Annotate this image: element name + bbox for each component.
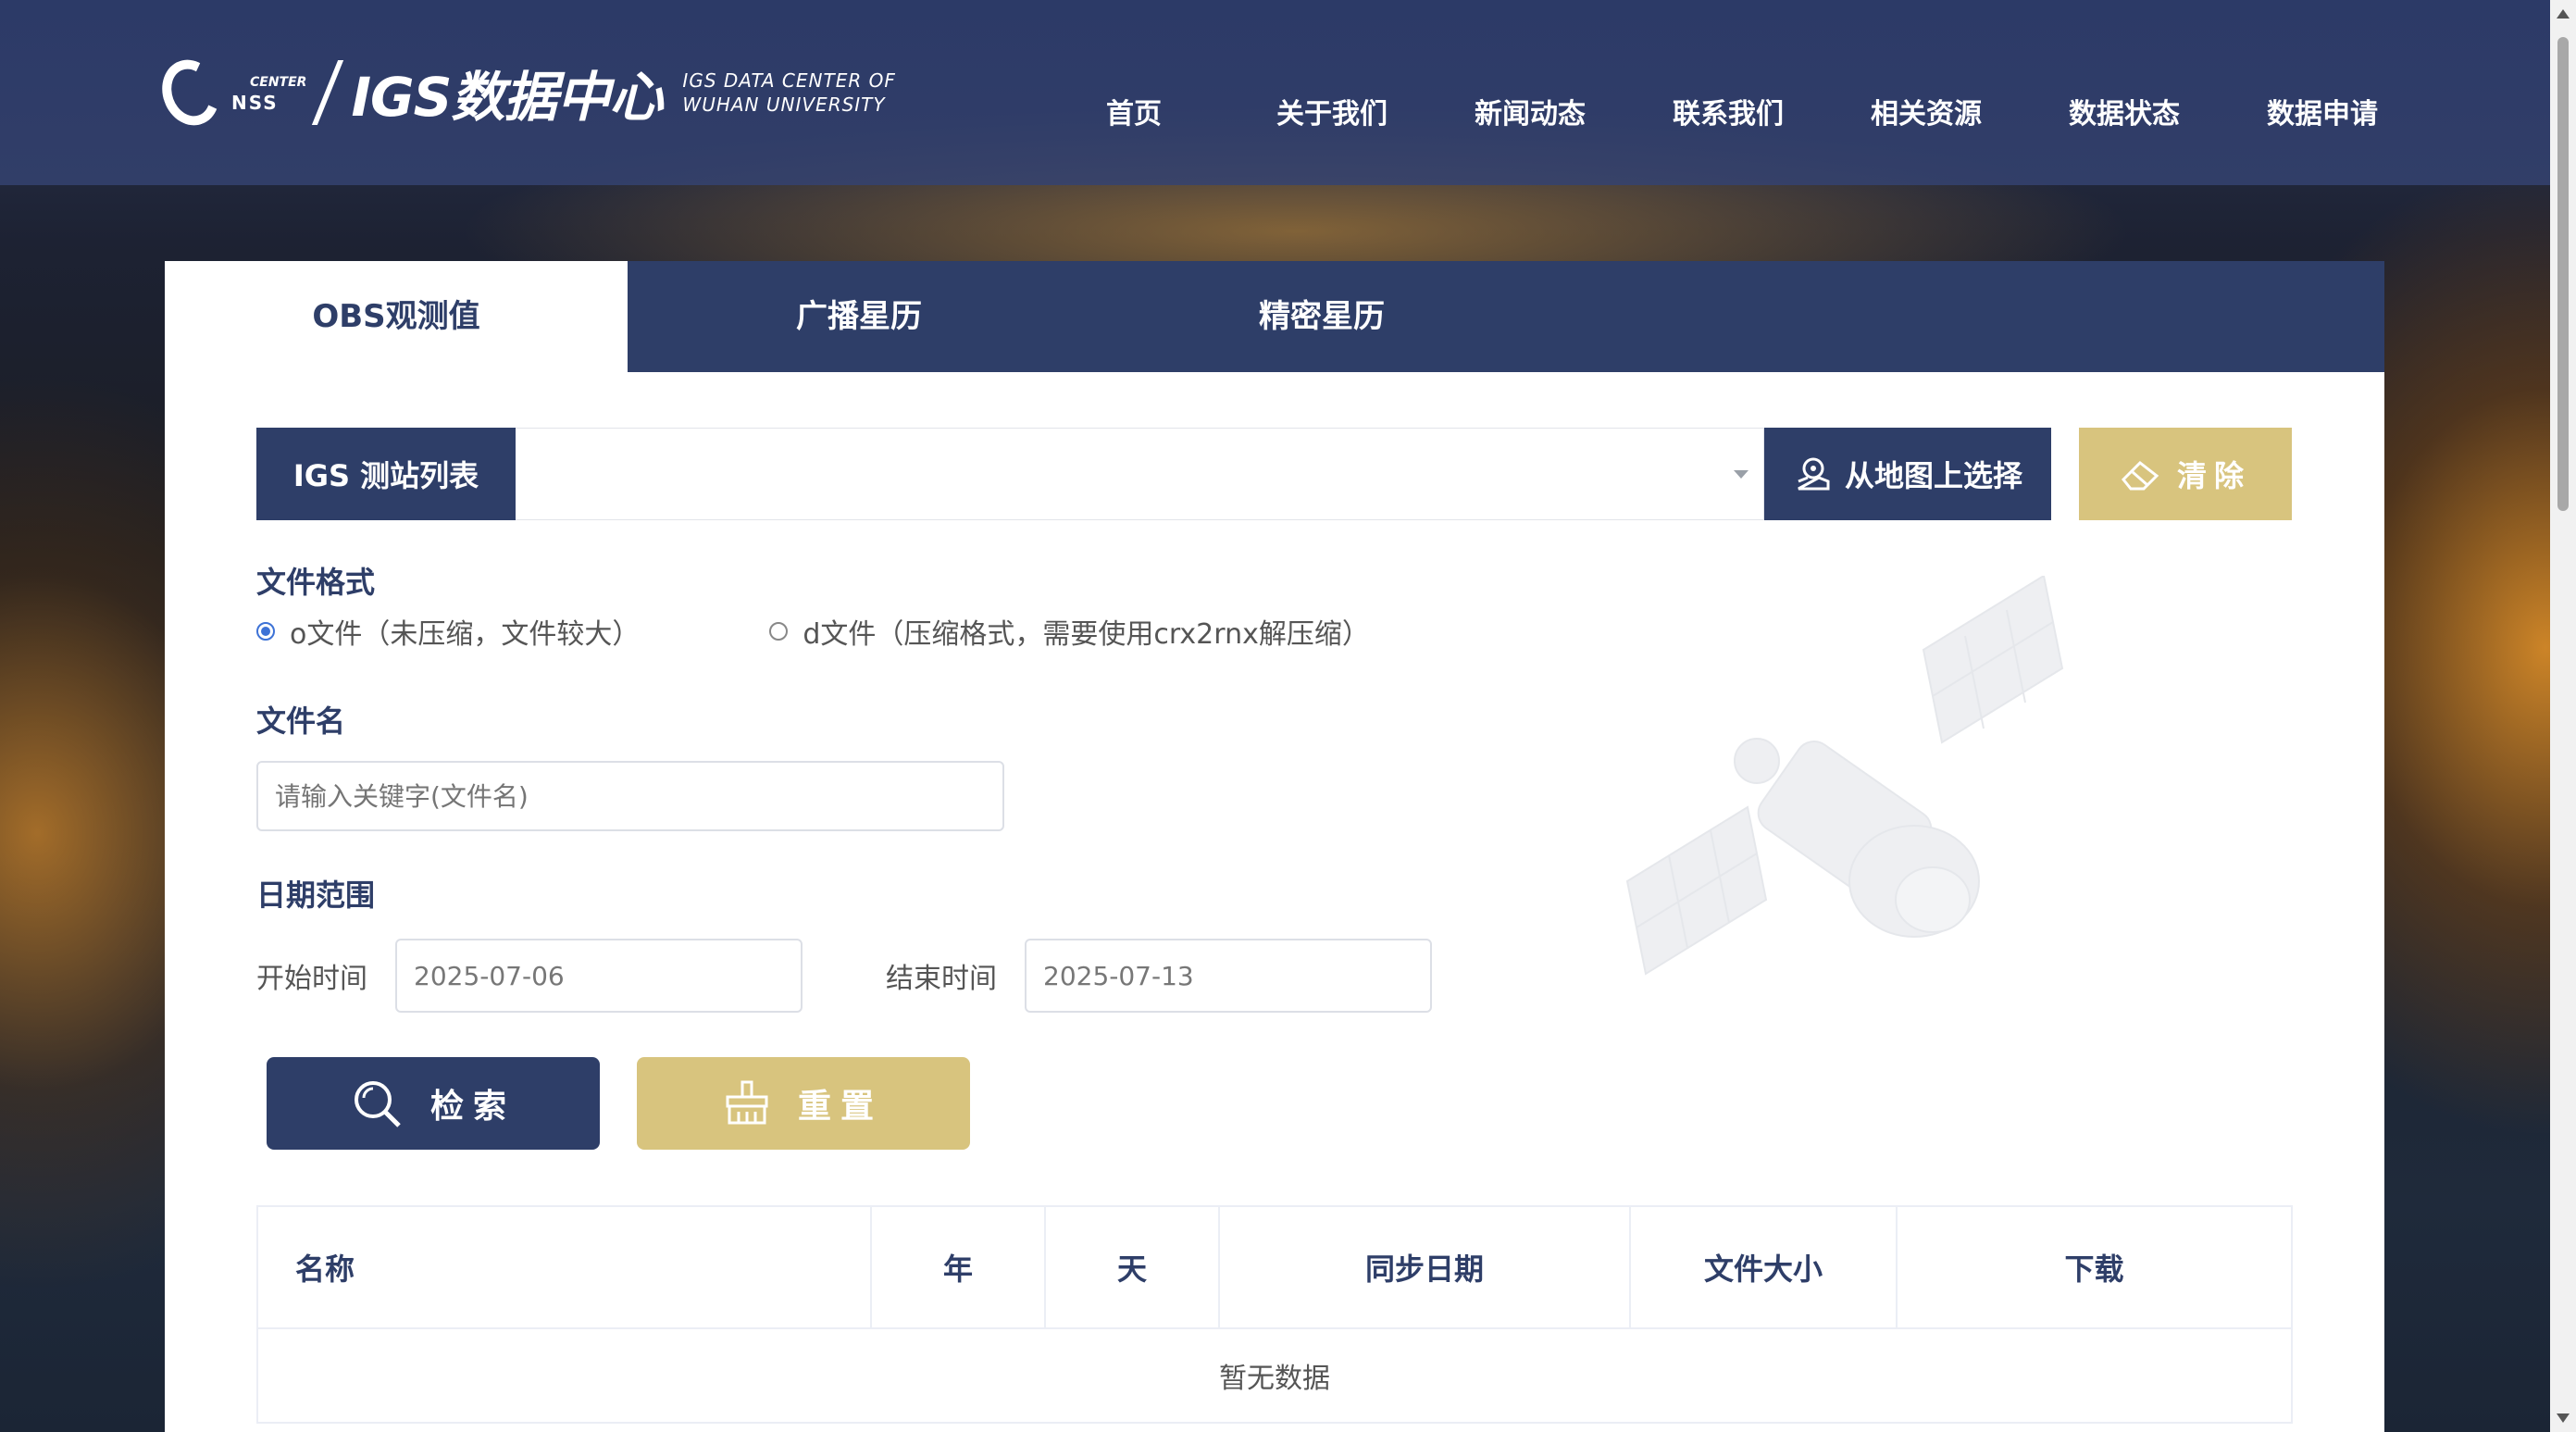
tab-broadcast-ephemeris[interactable]: 广播星历 — [628, 261, 1090, 372]
main-nav: 首页 关于我们 新闻动态 联系我们 相关资源 数据状态 数据申请 — [1035, 93, 2421, 137]
file-format-label: 文件格式 — [256, 565, 376, 600]
caret-down-icon[interactable] — [1734, 470, 1748, 479]
empty-table-message: 暂无数据 — [256, 1327, 2293, 1424]
end-date-label: 结束时间 — [886, 963, 997, 995]
search-label: 检索 — [429, 1088, 516, 1126]
nav-resources[interactable]: 相关资源 — [1827, 93, 2025, 137]
select-from-map-button[interactable]: 从地图上选择 — [1764, 428, 2051, 520]
col-file-size[interactable]: 文件大小 — [1629, 1205, 1898, 1329]
results-table: 名称 年 天 同步日期 文件大小 下载 暂无数据 — [256, 1205, 2293, 1424]
nav-about[interactable]: 关于我们 — [1233, 93, 1431, 137]
clear-button[interactable]: 清除 — [2079, 428, 2292, 520]
broom-icon — [726, 1080, 768, 1125]
station-selector-row: IGS 测站列表 从地图上选择 清除 — [256, 428, 2292, 520]
col-download[interactable]: 下载 — [1896, 1205, 2293, 1329]
start-date-input[interactable] — [395, 939, 803, 1013]
col-name[interactable]: 名称 — [256, 1205, 872, 1329]
table-header-row: 名称 年 天 同步日期 文件大小 下载 — [256, 1205, 2293, 1329]
search-button[interactable]: 检索 — [267, 1057, 600, 1150]
col-year[interactable]: 年 — [870, 1205, 1046, 1329]
reset-button[interactable]: 重置 — [637, 1057, 970, 1150]
radio-d-file-label[interactable]: d文件（压缩格式，需要使用crx2rnx解压缩） — [803, 611, 1369, 652]
nav-data-status[interactable]: 数据状态 — [2025, 93, 2223, 137]
action-buttons: 检索 重置 — [267, 1057, 970, 1150]
map-pin-icon — [1798, 457, 1830, 491]
scroll-up-arrow-icon[interactable] — [2557, 9, 2570, 19]
nav-contact[interactable]: 联系我们 — [1629, 93, 1827, 137]
logo-mark-icon — [153, 51, 229, 134]
file-format-options: o文件（未压缩，文件较大） d文件（压缩格式，需要使用crx2rnx解压缩） — [256, 611, 1500, 652]
site-header: CENTER NSS IGS数据中心 IGS DATA CENTER OF WU… — [0, 0, 2550, 185]
logo-nss-text: NSS — [231, 92, 279, 114]
clear-label: 清除 — [2176, 458, 2251, 493]
table-row: 暂无数据 — [256, 1327, 2293, 1424]
tab-obs[interactable]: OBS观测值 — [165, 261, 628, 372]
site-logo[interactable]: CENTER NSS IGS数据中心 IGS DATA CENTER OF WU… — [153, 51, 896, 134]
logo-title: IGS数据中心 — [351, 66, 663, 129]
file-name-label: 文件名 — [256, 704, 346, 739]
date-range-label: 日期范围 — [256, 878, 376, 913]
file-name-input[interactable] — [256, 761, 1004, 831]
logo-subtitle-line1: IGS DATA CENTER OF — [682, 69, 896, 92]
tab-precise-ephemeris[interactable]: 精密星历 — [1090, 261, 1553, 372]
date-range-row: 开始时间 结束时间 — [256, 939, 1515, 1013]
scroll-thumb[interactable] — [2557, 37, 2569, 511]
scroll-down-arrow-icon[interactable] — [2557, 1413, 2570, 1423]
nav-data-apply[interactable]: 数据申请 — [2223, 93, 2421, 137]
logo-center-text: CENTER — [250, 75, 307, 90]
page-scrollbar[interactable] — [2550, 0, 2576, 1432]
radio-d-file[interactable] — [769, 622, 789, 641]
search-icon — [354, 1081, 401, 1127]
col-day[interactable]: 天 — [1044, 1205, 1220, 1329]
radio-o-file[interactable] — [256, 622, 275, 641]
start-date-label: 开始时间 — [256, 963, 367, 995]
query-panel: OBS观测值 广播星历 精密星历 IGS 测站列表 从地图上选择 清除 文件格式… — [165, 261, 2384, 1432]
radio-o-file-label[interactable]: o文件（未压缩，文件较大） — [290, 611, 640, 652]
select-from-map-label: 从地图上选择 — [1844, 458, 2022, 493]
nav-news[interactable]: 新闻动态 — [1431, 93, 1629, 137]
logo-subtitle-line2: WUHAN UNIVERSITY — [682, 93, 886, 116]
eraser-icon — [2121, 461, 2159, 491]
end-date-input[interactable] — [1025, 939, 1432, 1013]
nav-home[interactable]: 首页 — [1035, 93, 1233, 137]
reset-label: 重置 — [797, 1088, 883, 1126]
data-type-tabs: OBS观测值 广播星历 精密星历 — [165, 261, 2384, 372]
col-sync-date[interactable]: 同步日期 — [1218, 1205, 1631, 1329]
station-select[interactable] — [516, 428, 1764, 520]
station-list-label: IGS 测站列表 — [256, 428, 516, 520]
satellite-illustration-icon — [1625, 576, 2064, 976]
logo-divider — [312, 60, 344, 125]
